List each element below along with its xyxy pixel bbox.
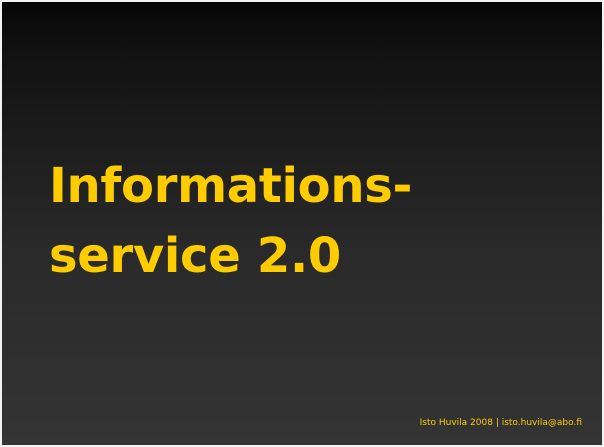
slide-title: Informations- service 2.0 <box>49 151 569 291</box>
slide-title-line-2: service 2.0 <box>49 228 341 284</box>
slide-footer: Isto Huvila 2008 | isto.huvila@abo.fi <box>419 418 582 428</box>
slide-title-line-1: Informations- <box>49 158 413 214</box>
presentation-slide: Informations- service 2.0 Isto Huvila 20… <box>0 0 604 447</box>
